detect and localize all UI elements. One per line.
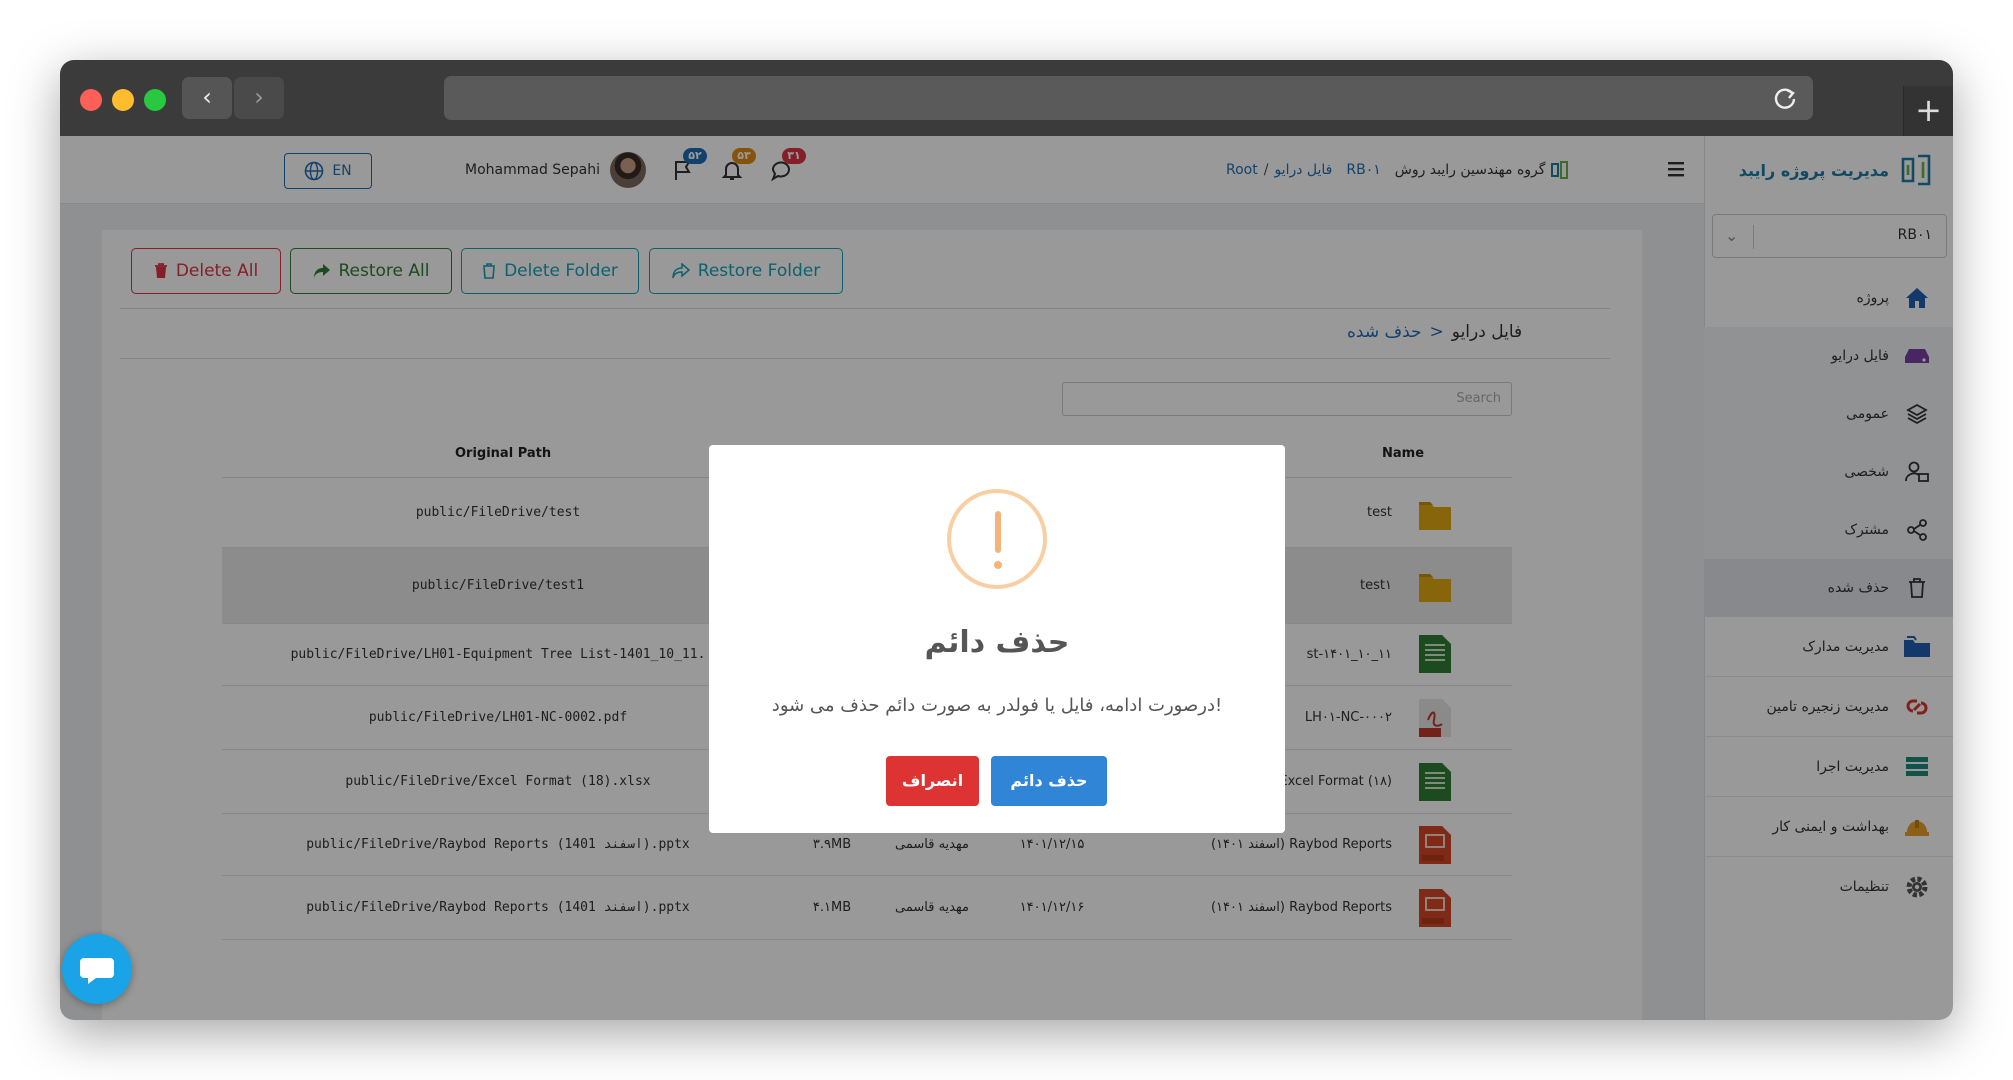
confirm-delete-dialog: حذف دائم درصورت ادامه، فایل یا فولدر به …: [709, 445, 1285, 833]
browser-titlebar: ‹ › +: [60, 60, 1953, 136]
address-bar[interactable]: [444, 76, 1813, 120]
chat-icon: [80, 958, 114, 984]
dialog-title: حذف دائم: [924, 625, 1070, 660]
browser-window: ‹ › + EN Mohammad Sepahi ۵۲ ۵۳ ۳۱ Root /…: [60, 60, 1953, 1020]
chat-widget-button[interactable]: [62, 934, 132, 1004]
new-tab-button[interactable]: +: [1903, 86, 1953, 136]
warning-icon: [947, 489, 1047, 589]
back-button[interactable]: ‹: [182, 77, 232, 119]
cancel-button[interactable]: انصراف: [886, 756, 979, 806]
app-root: EN Mohammad Sepahi ۵۲ ۵۳ ۳۱ Root / فایل …: [60, 136, 1953, 1020]
minimize-window-button[interactable]: [112, 89, 134, 111]
dialog-message: درصورت ادامه، فایل یا فولدر به صورت دائم…: [771, 695, 1223, 716]
confirm-permanent-delete-button[interactable]: حذف دائم: [991, 756, 1107, 806]
forward-button[interactable]: ›: [234, 77, 284, 119]
close-window-button[interactable]: [80, 89, 102, 111]
reload-icon[interactable]: [1771, 84, 1799, 112]
maximize-window-button[interactable]: [144, 89, 166, 111]
